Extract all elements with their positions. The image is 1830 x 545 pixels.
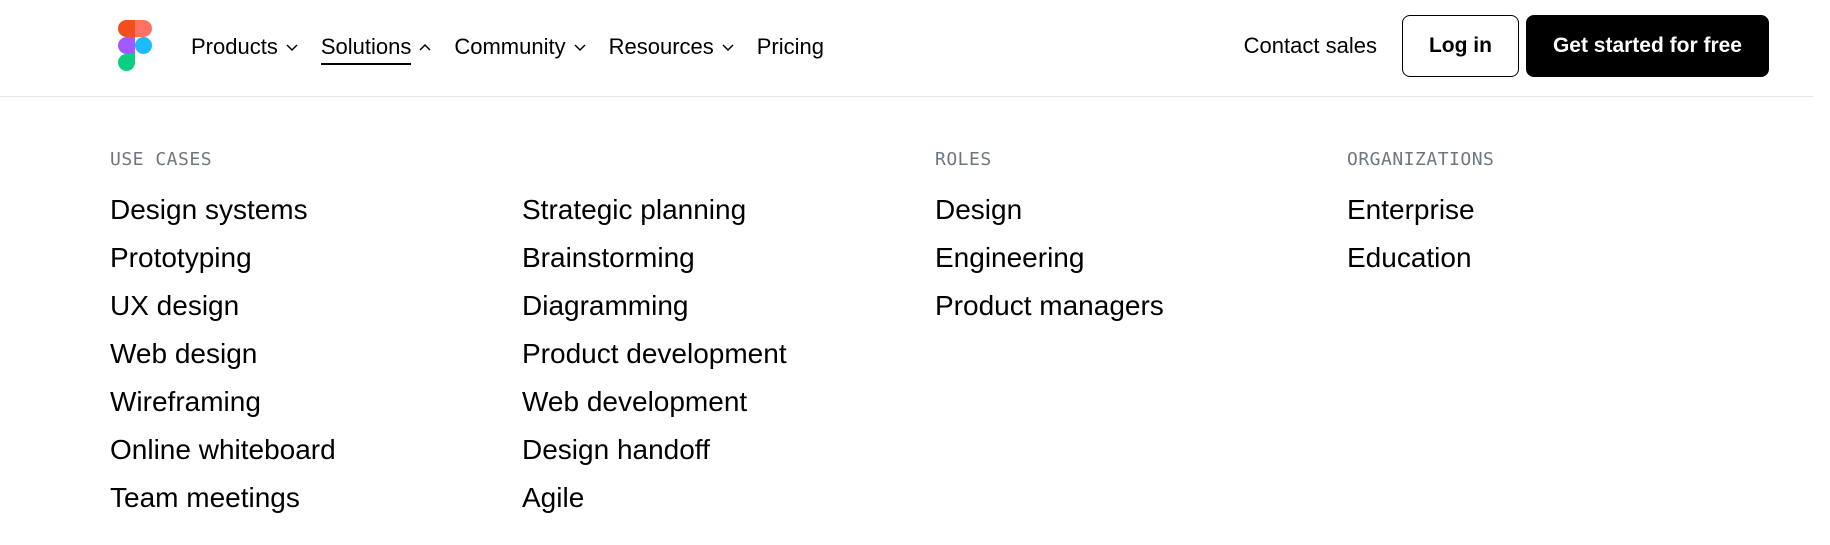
header-actions: Contact sales Log in Get started for fre… xyxy=(1244,15,1769,77)
roles-column: ROLES Design Engineering Product manager… xyxy=(935,149,1164,330)
nav-solutions-label: Solutions xyxy=(320,34,412,65)
main-nav: Products Solutions Community Resources P… xyxy=(191,0,846,94)
menu-item-web-development[interactable]: Web development xyxy=(522,378,787,426)
chevron-down-icon xyxy=(722,44,734,52)
menu-item-team-meetings[interactable]: Team meetings xyxy=(110,474,336,522)
use-cases-heading: USE CASES xyxy=(110,149,213,170)
chevron-down-icon xyxy=(574,44,586,52)
roles-list: Design Engineering Product managers xyxy=(935,186,1164,330)
menu-item-design-handoff[interactable]: Design handoff xyxy=(522,426,787,474)
organizations-list: Enterprise Education xyxy=(1347,186,1494,282)
nav-community[interactable]: Community xyxy=(454,34,586,60)
page-scrollbar[interactable] xyxy=(1813,0,1830,545)
menu-item-online-whiteboard[interactable]: Online whiteboard xyxy=(110,426,336,474)
menu-item-design[interactable]: Design xyxy=(935,186,1164,234)
organizations-column: ORGANIZATIONS Enterprise Education xyxy=(1347,149,1494,282)
menu-item-product-development[interactable]: Product development xyxy=(522,330,787,378)
organizations-heading: ORGANIZATIONS xyxy=(1347,149,1495,170)
menu-item-prototyping[interactable]: Prototyping xyxy=(110,234,336,282)
menu-item-education[interactable]: Education xyxy=(1347,234,1494,282)
chevron-up-icon xyxy=(419,43,431,51)
use-cases-list-2: Strategic planning Brainstorming Diagram… xyxy=(522,186,787,522)
chevron-down-icon xyxy=(286,44,298,52)
use-cases-column-1: USE CASES Design systems Prototyping UX … xyxy=(110,149,336,522)
menu-item-agile[interactable]: Agile xyxy=(522,474,787,522)
menu-item-wireframing[interactable]: Wireframing xyxy=(110,378,336,426)
use-cases-column-2: Strategic planning Brainstorming Diagram… xyxy=(522,149,787,522)
page: Products Solutions Community Resources P… xyxy=(0,0,1830,545)
figma-logo-icon[interactable] xyxy=(118,20,152,71)
nav-solutions[interactable]: Solutions xyxy=(320,34,433,65)
get-started-button[interactable]: Get started for free xyxy=(1525,15,1769,77)
menu-item-product-managers[interactable]: Product managers xyxy=(935,282,1164,330)
menu-item-ux-design[interactable]: UX design xyxy=(110,282,336,330)
menu-item-design-systems[interactable]: Design systems xyxy=(110,186,336,234)
menu-item-engineering[interactable]: Engineering xyxy=(935,234,1164,282)
roles-heading: ROLES xyxy=(935,149,992,170)
menu-item-diagramming[interactable]: Diagramming xyxy=(522,282,787,330)
nav-resources[interactable]: Resources xyxy=(609,34,735,60)
solutions-dropdown: USE CASES Design systems Prototyping UX … xyxy=(0,97,1830,545)
menu-item-web-design[interactable]: Web design xyxy=(110,330,336,378)
use-cases-heading-spacer xyxy=(522,149,787,177)
menu-item-strategic-planning[interactable]: Strategic planning xyxy=(522,186,787,234)
login-button[interactable]: Log in xyxy=(1401,15,1519,77)
nav-pricing-label: Pricing xyxy=(756,34,824,59)
nav-products-label: Products xyxy=(191,34,278,59)
nav-community-label: Community xyxy=(454,34,566,59)
top-navigation-bar: Products Solutions Community Resources P… xyxy=(0,0,1830,97)
menu-item-enterprise[interactable]: Enterprise xyxy=(1347,186,1494,234)
menu-item-brainstorming[interactable]: Brainstorming xyxy=(522,234,787,282)
contact-sales-link[interactable]: Contact sales xyxy=(1244,33,1377,59)
nav-pricing[interactable]: Pricing xyxy=(757,34,824,60)
use-cases-list-1: Design systems Prototyping UX design Web… xyxy=(110,186,336,522)
nav-products[interactable]: Products xyxy=(191,34,299,60)
nav-resources-label: Resources xyxy=(608,34,714,59)
